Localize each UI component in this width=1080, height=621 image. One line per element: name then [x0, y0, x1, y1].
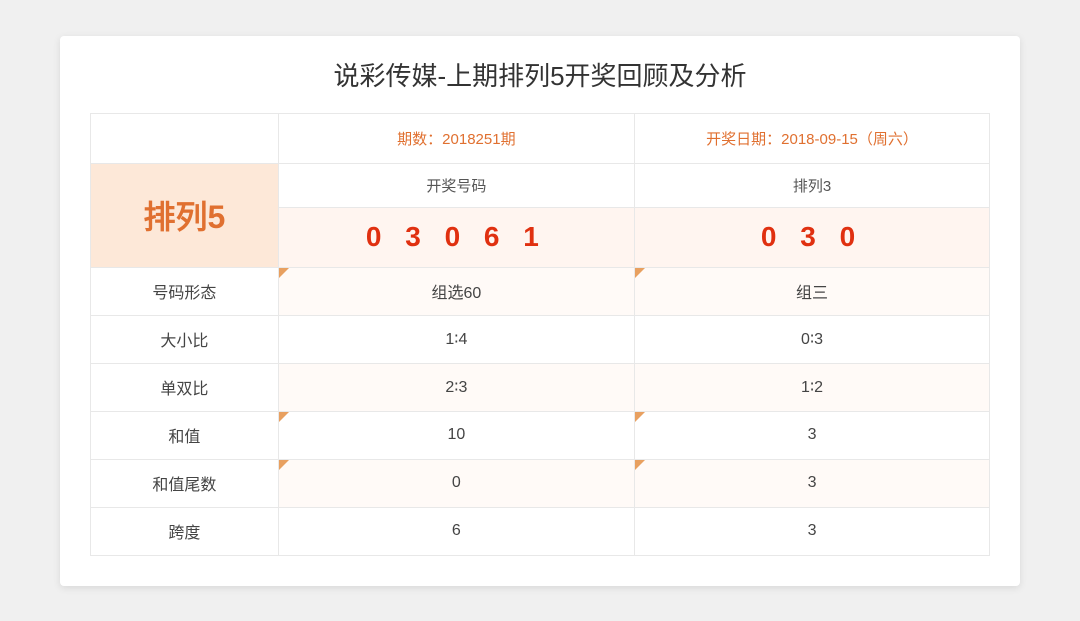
row-right-4: 3: [635, 459, 990, 507]
row-label-3: 和值: [91, 411, 279, 459]
table-row: 和值 10 3: [91, 411, 990, 459]
row-label-5: 跨度: [91, 507, 279, 555]
header-empty: [91, 113, 279, 163]
row-label-4: 和值尾数: [91, 459, 279, 507]
table-row: 单双比 2∶3 1∶2: [91, 363, 990, 411]
row-right-2: 1∶2: [635, 363, 990, 411]
table-row: 号码形态 组选60 组三: [91, 267, 990, 315]
header-row: 期数：2018251期 开奖日期：2018-09-15（周六）: [91, 113, 990, 163]
row-mid-3: 10: [278, 411, 634, 459]
row-right-5: 3: [635, 507, 990, 555]
mid-col-header: 开奖号码: [278, 163, 634, 207]
pl5-label: 排列5: [91, 163, 279, 267]
row-label-0: 号码形态: [91, 267, 279, 315]
row-mid-1: 1∶4: [278, 315, 634, 363]
row-mid-4: 0: [278, 459, 634, 507]
row-right-3: 3: [635, 411, 990, 459]
table-row: 和值尾数 0 3: [91, 459, 990, 507]
table-row: 跨度 6 3: [91, 507, 990, 555]
right-col-header: 排列3: [635, 163, 990, 207]
date-label: 开奖日期：2018-09-15（周六）: [635, 113, 990, 163]
row-mid-2: 2∶3: [278, 363, 634, 411]
table-row: 大小比 1∶4 0∶3: [91, 315, 990, 363]
row-mid-5: 6: [278, 507, 634, 555]
pl3-numbers: 0 3 0: [635, 207, 990, 267]
card: 说彩传媒-上期排列5开奖回顾及分析 期数：2018251期 开奖日期：2018-…: [60, 36, 1020, 586]
row-label-2: 单双比: [91, 363, 279, 411]
row-right-0: 组三: [635, 267, 990, 315]
row-mid-0: 组选60: [278, 267, 634, 315]
page-title: 说彩传媒-上期排列5开奖回顾及分析: [90, 56, 990, 93]
subheader-row: 排列5 开奖号码 排列3: [91, 163, 990, 207]
period-label: 期数：2018251期: [278, 113, 634, 163]
pl5-numbers: 0 3 0 6 1: [278, 207, 634, 267]
row-label-1: 大小比: [91, 315, 279, 363]
row-right-1: 0∶3: [635, 315, 990, 363]
main-table: 期数：2018251期 开奖日期：2018-09-15（周六） 排列5 开奖号码…: [90, 113, 990, 556]
